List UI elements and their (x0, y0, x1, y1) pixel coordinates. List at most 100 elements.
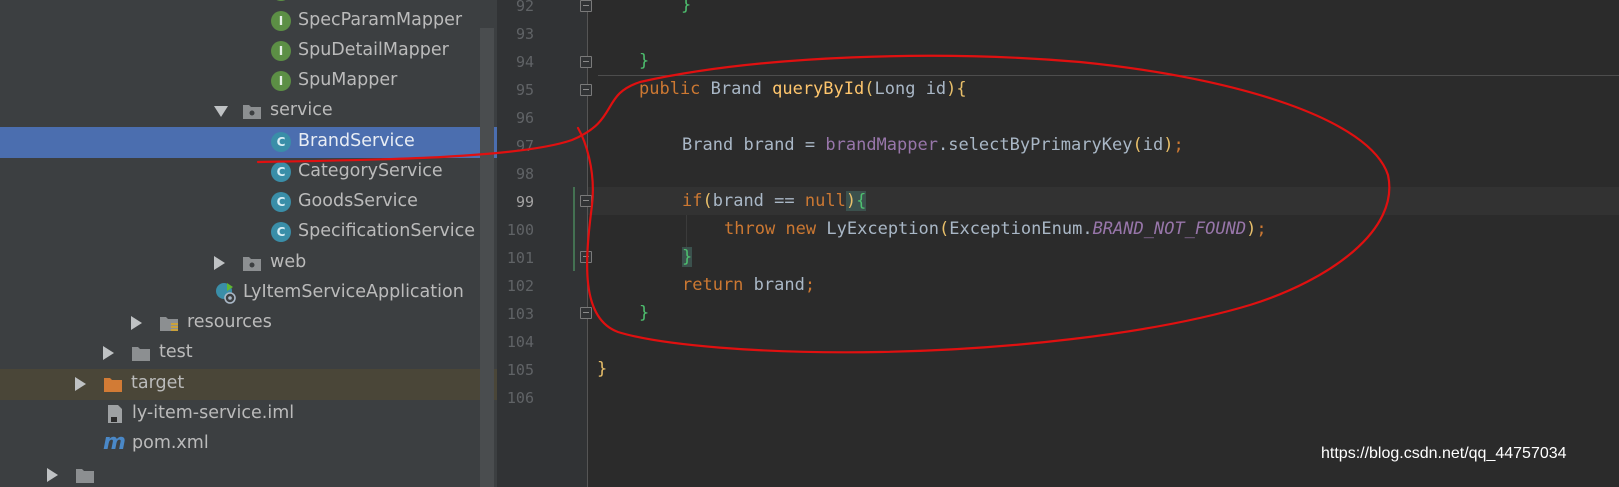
project-scrollbar[interactable] (480, 28, 494, 487)
spring-boot-app-icon (216, 283, 236, 304)
line-number: 96 (515, 109, 534, 127)
tree-item-pom[interactable]: m pom.xml (0, 429, 497, 460)
tree-item-label: GoodsService (298, 191, 418, 211)
line-number: 104 (506, 333, 534, 351)
semicolon-token: ; (1256, 219, 1267, 239)
tree-item-label: LyItemServiceApplication (243, 282, 464, 302)
code-line-105[interactable]: } (597, 359, 607, 379)
keyword-token: return (682, 275, 744, 295)
line-number: 93 (515, 25, 534, 43)
expand-arrow-icon[interactable] (103, 346, 114, 360)
tree-item-test[interactable]: test (0, 338, 497, 369)
brace-token: { (956, 79, 967, 99)
tree-item-iml[interactable]: ly-item-service.iml (0, 399, 497, 430)
dot-token: . (1082, 219, 1093, 239)
line-number: 95 (515, 81, 534, 99)
code-line-101[interactable]: } (682, 247, 693, 267)
brace-token: } (682, 247, 693, 267)
tree-item-label: test (159, 342, 193, 362)
tree-item-brandservice[interactable]: C BrandService (0, 127, 497, 158)
folder-icon (76, 469, 94, 483)
tree-item-lyitemserviceapplication[interactable]: LyItemServiceApplication (0, 278, 497, 309)
expand-arrow-icon[interactable] (214, 256, 225, 270)
line-number: 94 (515, 53, 534, 71)
line-number: 106 (506, 389, 534, 407)
code-line-95[interactable]: public Brand queryById(Long id){ (639, 79, 967, 99)
paren-token: ) (845, 191, 857, 211)
tree-item-label: SpecificationService (298, 221, 476, 241)
expand-arrow-icon[interactable] (75, 377, 86, 391)
keyword-token: if (682, 191, 703, 211)
expand-arrow-icon[interactable] (47, 468, 58, 482)
tree-item-cut-off[interactable] (0, 460, 497, 487)
paren-token: ( (702, 191, 713, 211)
dot-token: . (937, 135, 949, 155)
code-line-103[interactable]: } (639, 303, 649, 323)
package-folder-icon (243, 257, 261, 271)
tree-item-label: resources (187, 312, 272, 332)
code-line-99[interactable]: if(brand == null){ (682, 191, 867, 211)
project-tree-panel: I SpecGroupMapper I SpecParamMapper I Sp… (0, 0, 497, 487)
line-number: 105 (506, 361, 534, 379)
tree-item-label: BrandService (298, 131, 415, 151)
tree-item-label: SpecParamMapper (298, 10, 463, 30)
class-icon: C (271, 162, 291, 182)
keyword-token: throw (724, 219, 776, 239)
folder-icon (132, 347, 150, 361)
iml-file-icon (108, 405, 122, 423)
line-number: 102 (506, 277, 534, 295)
package-folder-icon (243, 105, 261, 119)
brace-token: } (639, 303, 650, 323)
tree-item-spumapper[interactable]: I SpuMapper (0, 66, 497, 97)
tree-item-spudetailmapper[interactable]: I SpuDetailMapper (0, 36, 497, 67)
operator-token: = (804, 135, 816, 155)
expand-arrow-icon[interactable] (131, 316, 142, 330)
maven-icon: m (103, 430, 126, 455)
interface-icon: I (271, 41, 291, 61)
type-token: Brand (682, 135, 734, 155)
tree-item-label: CategoryService (298, 161, 443, 181)
tree-item-service[interactable]: service (0, 96, 497, 127)
tree-item-target[interactable]: target (0, 369, 497, 400)
enum-constant-token: BRAND_NOT_FOUND (1092, 219, 1247, 239)
class-icon: C (271, 222, 291, 242)
class-icon: C (271, 192, 291, 212)
code-editor[interactable] (588, 0, 1619, 487)
class-token: LyException (826, 219, 939, 239)
paren-token: ) (1246, 219, 1257, 239)
expand-arrow-icon[interactable] (214, 106, 228, 117)
tree-item-label: pom.xml (132, 433, 209, 453)
method-name-token: queryById (772, 79, 865, 99)
semicolon-token: ; (1173, 135, 1184, 155)
type-token: Long (874, 79, 916, 99)
paren-token: ) (946, 79, 957, 99)
var-token: brand (753, 275, 805, 295)
code-line-100[interactable]: throw new LyException(ExceptionEnum.BRAN… (724, 219, 1267, 239)
resources-folder-icon (160, 317, 178, 331)
interface-icon: I (271, 71, 291, 91)
class-token: ExceptionEnum (949, 219, 1083, 239)
watermark-url: https://blog.csdn.net/qq_44757034 (1321, 445, 1567, 462)
line-number: 97 (515, 137, 534, 155)
paren-token: ) (1163, 135, 1174, 155)
tree-item-web[interactable]: web (0, 248, 497, 279)
operator-token: == (774, 191, 795, 211)
line-number-current: 99 (515, 193, 534, 211)
tree-item-categoryservice[interactable]: C CategoryService (0, 157, 497, 188)
code-line-97[interactable]: Brand brand = brandMapper.selectByPrimar… (682, 135, 1184, 155)
keyword-token: new (785, 219, 817, 239)
paren-token: ( (939, 219, 950, 239)
tree-item-label: SpuMapper (298, 70, 398, 90)
code-line-92[interactable]: } (681, 0, 691, 15)
vcs-change-marker (573, 187, 575, 271)
tree-item-goodsservice[interactable]: C GoodsService (0, 187, 497, 218)
tree-item-label: target (131, 373, 185, 393)
tree-item-specificationservice[interactable]: C SpecificationService (0, 217, 497, 248)
tree-item-specparammapper[interactable]: I SpecParamMapper (0, 6, 497, 37)
null-token: null (804, 191, 846, 211)
code-line-102[interactable]: return brand; (682, 275, 815, 295)
param-token: id (925, 79, 947, 99)
code-line-94[interactable]: } (639, 51, 649, 71)
tree-item-resources[interactable]: resources (0, 308, 497, 339)
brace-token: { (856, 191, 867, 211)
